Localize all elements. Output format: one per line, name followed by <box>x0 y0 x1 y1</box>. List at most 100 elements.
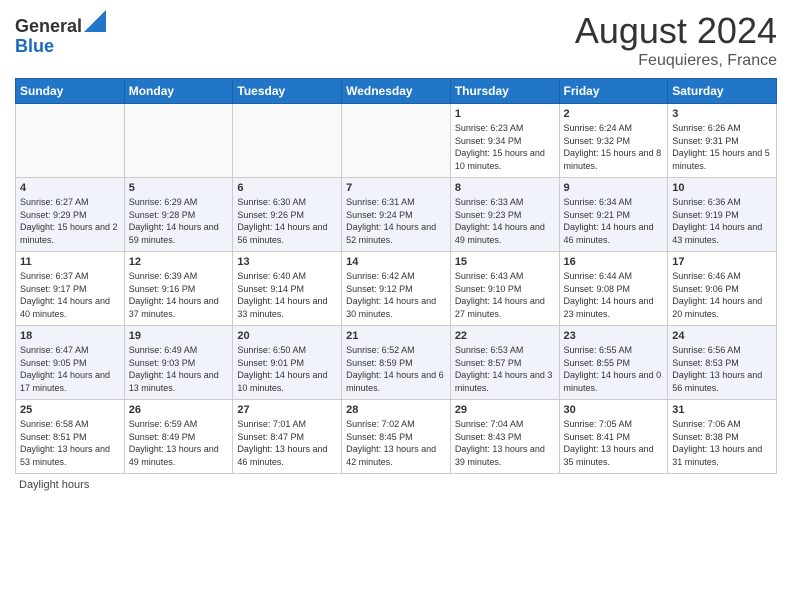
day-number: 21 <box>346 330 446 342</box>
day-info: Sunrise: 6:50 AMSunset: 9:01 PMDaylight:… <box>237 344 337 394</box>
day-info: Sunrise: 6:36 AMSunset: 9:19 PMDaylight:… <box>672 196 772 246</box>
day-info: Sunrise: 6:49 AMSunset: 9:03 PMDaylight:… <box>129 344 229 394</box>
calendar-table: Sunday Monday Tuesday Wednesday Thursday… <box>15 78 777 474</box>
col-saturday: Saturday <box>668 79 777 104</box>
title-block: August 2024 Feuquieres, France <box>575 10 777 70</box>
day-info: Sunrise: 6:24 AMSunset: 9:32 PMDaylight:… <box>564 122 664 172</box>
table-row: 19 Sunrise: 6:49 AMSunset: 9:03 PMDayligh… <box>124 326 233 400</box>
daylight-hours-label: Daylight hours <box>19 479 89 491</box>
day-number: 9 <box>564 182 664 194</box>
day-info: Sunrise: 6:46 AMSunset: 9:06 PMDaylight:… <box>672 270 772 320</box>
day-number: 6 <box>237 182 337 194</box>
day-number: 4 <box>20 182 120 194</box>
table-row: 15Sunrise: 6:43 AMSunset: 9:10 PMDayligh… <box>450 252 559 326</box>
day-info: Sunrise: 6:23 AMSunset: 9:34 PMDaylight:… <box>455 122 555 172</box>
table-row: 26 Sunrise: 6:59 AMSunset: 8:49 PMDayligh… <box>124 400 233 474</box>
col-tuesday: Tuesday <box>233 79 342 104</box>
table-row: 11Sunrise: 6:37 AMSunset: 9:17 PMDayligh… <box>16 252 125 326</box>
day-info: Sunrise: 6:53 AMSunset: 8:57 PMDaylight:… <box>455 344 555 394</box>
day-info: Sunrise: 6:59 AMSunset: 8:49 PMDaylight:… <box>129 418 229 468</box>
table-row: 6 Sunrise: 6:30 AMSunset: 9:26 PMDaylight… <box>233 178 342 252</box>
day-info: Sunrise: 7:04 AMSunset: 8:43 PMDaylight:… <box>455 418 555 468</box>
table-row: 13Sunrise: 6:40 AMSunset: 9:14 PMDayligh… <box>233 252 342 326</box>
day-number: 29 <box>455 404 555 416</box>
day-info: Sunrise: 7:01 AMSunset: 8:47 PMDaylight:… <box>237 418 337 468</box>
table-row: 31Sunrise: 7:06 AMSunset: 8:38 PMDayligh… <box>668 400 777 474</box>
logo-general: General <box>15 16 82 36</box>
col-sunday: Sunday <box>16 79 125 104</box>
table-row: 18 Sunrise: 6:47 AMSunset: 9:05 PMDayligh… <box>16 326 125 400</box>
day-number: 15 <box>455 256 555 268</box>
table-row: 1 Sunrise: 6:23 AMSunset: 9:34 PMDaylight… <box>450 104 559 178</box>
table-row <box>342 104 451 178</box>
day-number: 27 <box>237 404 337 416</box>
location-title: Feuquieres, France <box>575 52 777 70</box>
day-info: Sunrise: 6:27 AMSunset: 9:29 PMDaylight:… <box>20 196 120 246</box>
logo: General Blue <box>15 10 106 57</box>
table-row: 4 Sunrise: 6:27 AMSunset: 9:29 PMDaylight… <box>16 178 125 252</box>
day-info: Sunrise: 6:56 AMSunset: 8:53 PMDaylight:… <box>672 344 772 394</box>
day-number: 26 <box>129 404 229 416</box>
table-row: 23 Sunrise: 6:55 AMSunset: 8:55 PMDayligh… <box>559 326 668 400</box>
calendar-week-row: 18 Sunrise: 6:47 AMSunset: 9:05 PMDayligh… <box>16 326 777 400</box>
table-row: 25 Sunrise: 6:58 AMSunset: 8:51 PMDayligh… <box>16 400 125 474</box>
table-row <box>16 104 125 178</box>
col-thursday: Thursday <box>450 79 559 104</box>
table-row: 20 Sunrise: 6:50 AMSunset: 9:01 PMDayligh… <box>233 326 342 400</box>
table-row: 22 Sunrise: 6:53 AMSunset: 8:57 PMDayligh… <box>450 326 559 400</box>
main-container: General Blue August 2024 Feuquieres, Fra… <box>0 0 792 501</box>
day-number: 7 <box>346 182 446 194</box>
day-number: 12 <box>129 256 229 268</box>
day-number: 25 <box>20 404 120 416</box>
header-row: Sunday Monday Tuesday Wednesday Thursday… <box>16 79 777 104</box>
day-info: Sunrise: 6:37 AMSunset: 9:17 PMDaylight:… <box>20 270 120 320</box>
table-row: 24 Sunrise: 6:56 AMSunset: 8:53 PMDayligh… <box>668 326 777 400</box>
table-row: 2Sunrise: 6:24 AMSunset: 9:32 PMDaylight… <box>559 104 668 178</box>
table-row: 12Sunrise: 6:39 AMSunset: 9:16 PMDayligh… <box>124 252 233 326</box>
day-info: Sunrise: 6:30 AMSunset: 9:26 PMDaylight:… <box>237 196 337 246</box>
table-row: 30 Sunrise: 7:05 AMSunset: 8:41 PMDayligh… <box>559 400 668 474</box>
logo-text-block: General Blue <box>15 10 106 57</box>
day-number: 23 <box>564 330 664 342</box>
day-number: 28 <box>346 404 446 416</box>
table-row: 9 Sunrise: 6:34 AMSunset: 9:21 PMDaylight… <box>559 178 668 252</box>
table-row: 14 Sunrise: 6:42 AMSunset: 9:12 PMDayligh… <box>342 252 451 326</box>
day-info: Sunrise: 6:34 AMSunset: 9:21 PMDaylight:… <box>564 196 664 246</box>
calendar-week-row: 4 Sunrise: 6:27 AMSunset: 9:29 PMDaylight… <box>16 178 777 252</box>
day-info: Sunrise: 6:55 AMSunset: 8:55 PMDaylight:… <box>564 344 664 394</box>
day-info: Sunrise: 6:52 AMSunset: 8:59 PMDaylight:… <box>346 344 446 394</box>
table-row: 8Sunrise: 6:33 AMSunset: 9:23 PMDaylight… <box>450 178 559 252</box>
footer-note: Daylight hours <box>15 479 777 491</box>
day-number: 22 <box>455 330 555 342</box>
table-row: 3 Sunrise: 6:26 AMSunset: 9:31 PMDaylight… <box>668 104 777 178</box>
calendar-week-row: 11Sunrise: 6:37 AMSunset: 9:17 PMDayligh… <box>16 252 777 326</box>
day-number: 24 <box>672 330 772 342</box>
col-wednesday: Wednesday <box>342 79 451 104</box>
calendar-week-row: 25 Sunrise: 6:58 AMSunset: 8:51 PMDayligh… <box>16 400 777 474</box>
day-info: Sunrise: 6:58 AMSunset: 8:51 PMDaylight:… <box>20 418 120 468</box>
day-info: Sunrise: 6:44 AMSunset: 9:08 PMDaylight:… <box>564 270 664 320</box>
day-number: 20 <box>237 330 337 342</box>
day-number: 14 <box>346 256 446 268</box>
day-number: 13 <box>237 256 337 268</box>
day-info: Sunrise: 6:42 AMSunset: 9:12 PMDaylight:… <box>346 270 446 320</box>
day-number: 1 <box>455 108 555 120</box>
table-row: 16Sunrise: 6:44 AMSunset: 9:08 PMDayligh… <box>559 252 668 326</box>
day-info: Sunrise: 6:47 AMSunset: 9:05 PMDaylight:… <box>20 344 120 394</box>
day-number: 3 <box>672 108 772 120</box>
day-number: 19 <box>129 330 229 342</box>
table-row: 27 Sunrise: 7:01 AMSunset: 8:47 PMDayligh… <box>233 400 342 474</box>
table-row: 29 Sunrise: 7:04 AMSunset: 8:43 PMDayligh… <box>450 400 559 474</box>
table-row <box>124 104 233 178</box>
day-number: 18 <box>20 330 120 342</box>
day-number: 30 <box>564 404 664 416</box>
logo-blue: Blue <box>15 36 54 56</box>
day-info: Sunrise: 7:05 AMSunset: 8:41 PMDaylight:… <box>564 418 664 468</box>
day-info: Sunrise: 7:02 AMSunset: 8:45 PMDaylight:… <box>346 418 446 468</box>
table-row: 28 Sunrise: 7:02 AMSunset: 8:45 PMDayligh… <box>342 400 451 474</box>
day-info: Sunrise: 6:26 AMSunset: 9:31 PMDaylight:… <box>672 122 772 172</box>
day-number: 31 <box>672 404 772 416</box>
table-row: 10Sunrise: 6:36 AMSunset: 9:19 PMDayligh… <box>668 178 777 252</box>
table-row: 17Sunrise: 6:46 AMSunset: 9:06 PMDayligh… <box>668 252 777 326</box>
table-row <box>233 104 342 178</box>
